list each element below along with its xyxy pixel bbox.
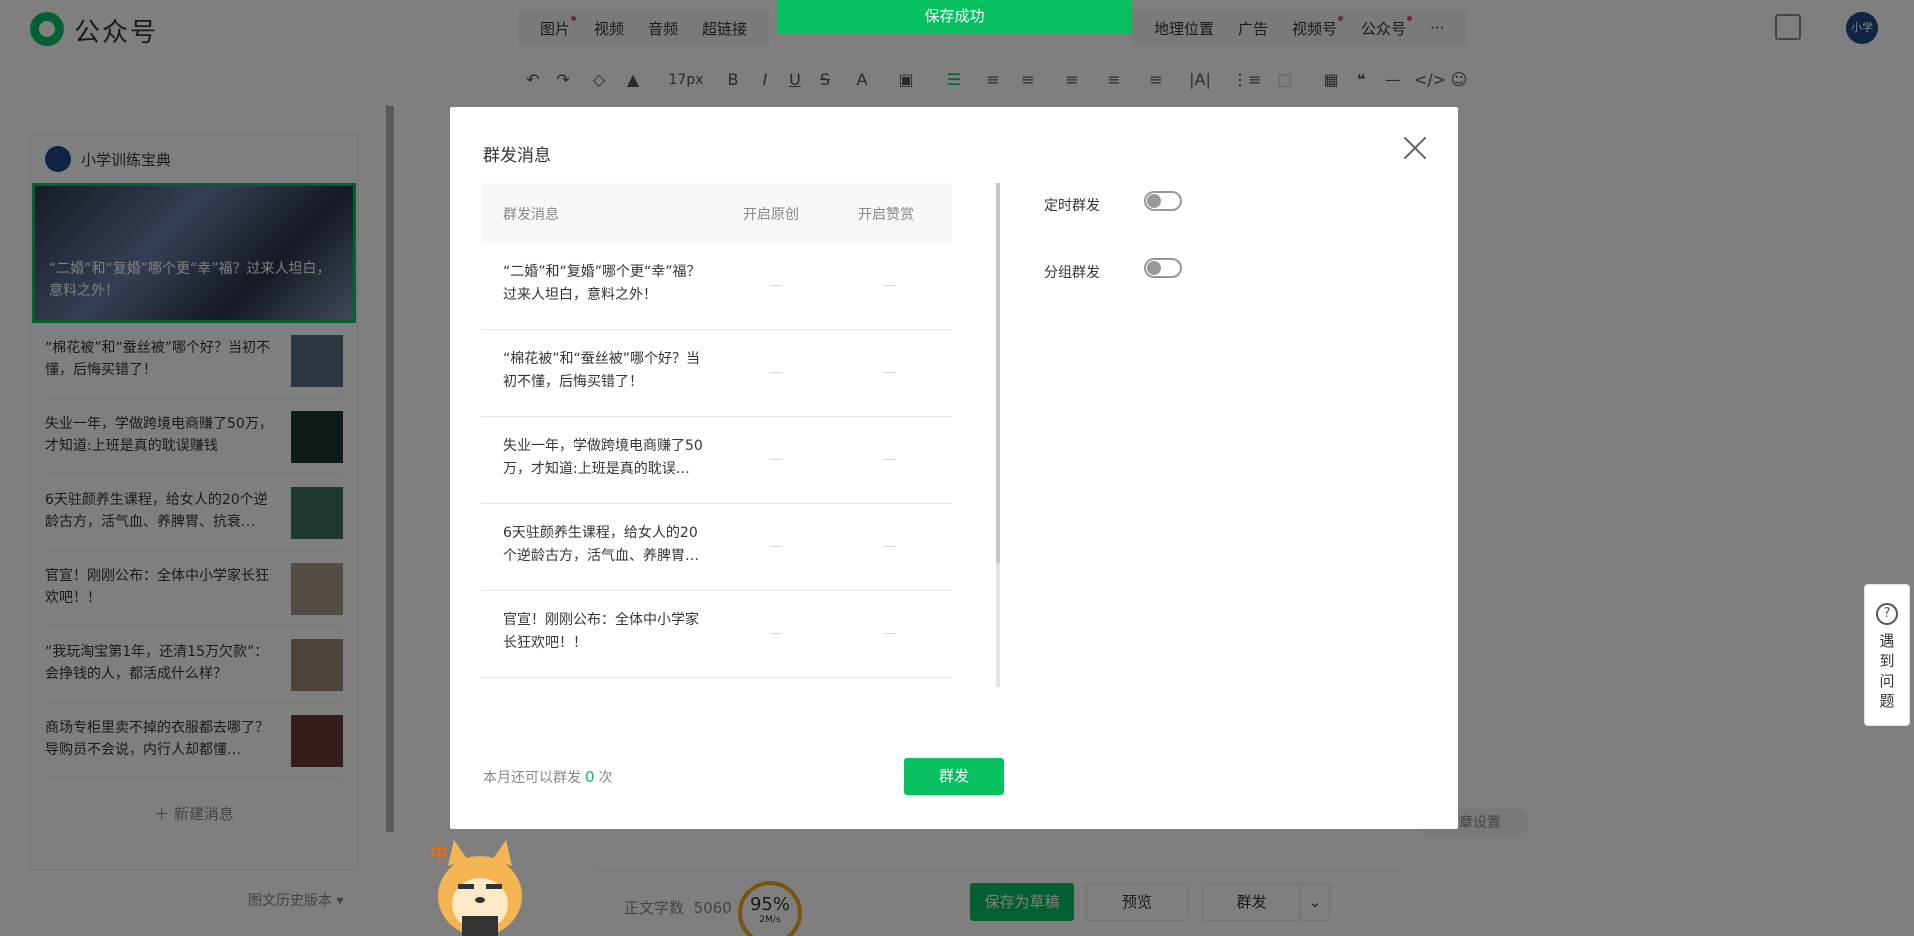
table-header: 群发消息 开启原创 开启赞赏 bbox=[481, 183, 952, 243]
column-header-original: 开启原创 bbox=[743, 207, 799, 223]
original-placeholder bbox=[770, 285, 782, 286]
table-row: 官宣！刚刚公布：全体中小学家长狂欢吧！！ bbox=[481, 591, 952, 678]
original-placeholder bbox=[770, 459, 782, 460]
reward-placeholder bbox=[884, 546, 896, 547]
close-icon[interactable] bbox=[1402, 135, 1428, 161]
reward-placeholder bbox=[884, 633, 896, 634]
group-send-toggle[interactable] bbox=[1144, 258, 1182, 278]
reward-placeholder bbox=[884, 285, 896, 286]
save-success-toast: 保存成功 bbox=[777, 0, 1132, 34]
column-header-reward: 开启赞赏 bbox=[858, 207, 914, 223]
monthly-quota: 本月还可以群发 0 次 bbox=[483, 767, 613, 787]
quota-suffix: 次 bbox=[598, 770, 613, 786]
table-scrollbar[interactable] bbox=[996, 183, 1000, 687]
help-label: 遇到问题 bbox=[1879, 632, 1895, 710]
row-title: 6天驻颜养生课程，给女人的20个逆龄古方，活气血、养脾胃、抗衰… bbox=[503, 525, 699, 564]
quota-count: 0 bbox=[585, 768, 595, 786]
row-title: “二婚”和“复婚”哪个更“幸”福？过来人坦白，意料之外！ bbox=[503, 264, 701, 303]
table-row: “二婚”和“复婚”哪个更“幸”福？过来人坦白，意料之外！ bbox=[481, 243, 952, 330]
scrollbar-thumb[interactable] bbox=[996, 183, 1000, 563]
mass-send-button[interactable]: 群发 bbox=[904, 758, 1004, 795]
original-placeholder bbox=[770, 633, 782, 634]
table-row: 失业一年，学做跨境电商赚了50万，才知道:上班是真的耽误赚钱 bbox=[481, 417, 952, 504]
scheduled-send-label: 定时群发 bbox=[1044, 198, 1100, 214]
reward-placeholder bbox=[884, 459, 896, 460]
help-float-button[interactable]: ? 遇到问题 bbox=[1864, 584, 1910, 726]
page-scrollbar[interactable] bbox=[386, 106, 394, 832]
table-row: “棉花被”和“蚕丝被”哪个好？当初不懂，后悔买错了！ bbox=[481, 330, 952, 417]
reward-placeholder bbox=[884, 372, 896, 373]
svg-text:中: 中 bbox=[430, 844, 448, 865]
scheduled-send-toggle[interactable] bbox=[1144, 191, 1182, 211]
row-title: 失业一年，学做跨境电商赚了50万，才知道:上班是真的耽误赚钱 bbox=[503, 438, 703, 477]
row-title: 官宣！刚刚公布：全体中小学家长狂欢吧！！ bbox=[503, 612, 699, 651]
row-title: “棉花被”和“蚕丝被”哪个好？当初不懂，后悔买错了！ bbox=[503, 351, 701, 390]
original-placeholder bbox=[770, 372, 782, 373]
quota-prefix: 本月还可以群发 bbox=[483, 770, 581, 786]
group-send-label: 分组群发 bbox=[1044, 265, 1100, 281]
shiba-mascot-image: 中 bbox=[430, 840, 522, 936]
table-row: 6天驻颜养生课程，给女人的20个逆龄古方，活气血、养脾胃、抗衰… bbox=[481, 504, 952, 591]
mass-send-table: 群发消息 开启原创 开启赞赏 “二婚”和“复婚”哪个更“幸”福？过来人坦白，意料… bbox=[481, 183, 952, 683]
mass-send-dialog: 群发消息 群发消息 开启原创 开启赞赏 “二婚”和“复婚”哪个更“幸”福？过来人… bbox=[450, 107, 1458, 829]
column-header-message: 群发消息 bbox=[503, 207, 559, 223]
original-placeholder bbox=[770, 546, 782, 547]
dialog-title: 群发消息 bbox=[483, 146, 551, 166]
question-icon: ? bbox=[1876, 603, 1898, 625]
